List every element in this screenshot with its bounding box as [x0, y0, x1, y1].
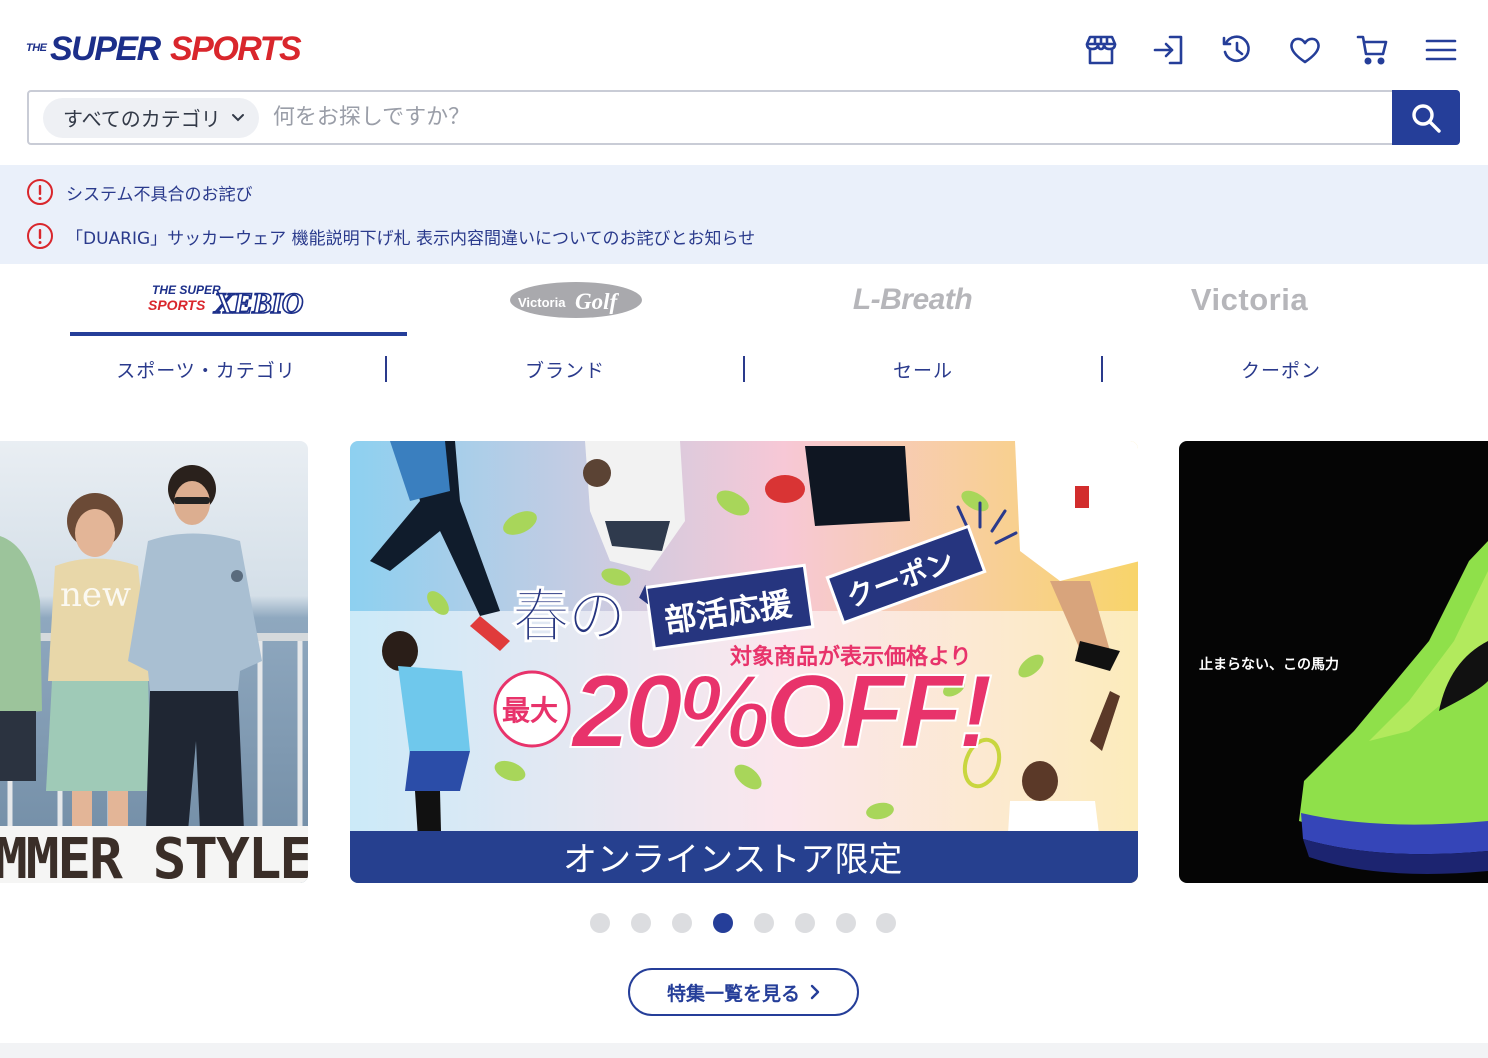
coupon-banner-image: 春の 部活応援 クーポン 対象商品が表示価格より 最大 20%OFF! オンライ… — [350, 441, 1138, 883]
svg-text:オンラインストア限定: オンラインストア限定 — [563, 840, 902, 880]
cart-icon[interactable] — [1354, 30, 1392, 70]
carousel-indicators — [0, 911, 1488, 935]
carousel-dot[interactable] — [672, 913, 692, 933]
notice-area: システム不具合のお詫び 「DUARIG」サッカーウェア 機能説明下げ札 表示内容… — [0, 165, 1488, 264]
svg-text:Golf: Golf — [575, 289, 620, 314]
view-all-features-label: 特集一覧を見る — [666, 982, 800, 1005]
view-all-features-button[interactable]: 特集一覧を見る — [628, 968, 859, 1016]
chevron-down-icon — [231, 113, 244, 121]
svg-text:20%OFF!: 20%OFF! — [570, 654, 991, 770]
svg-text:最大: 最大 — [502, 694, 558, 727]
tab-victoria[interactable]: Victoria — [1081, 264, 1418, 336]
summer-style-image: new MMER STYLE — [0, 441, 308, 883]
tab-victoria-golf[interactable]: Victoria Golf — [407, 264, 744, 336]
svg-text:MMER STYLE: MMER STYLE — [0, 827, 308, 883]
header-icon-group — [1082, 30, 1460, 70]
notice-item[interactable]: 「DUARIG」サッカーウェア 機能説明下げ札 表示内容間違いについてのお詫びと… — [26, 222, 755, 250]
xebio-logo: THE SUPER SPORTS XEBIO — [148, 283, 305, 320]
svg-text:Victoria: Victoria — [518, 295, 566, 310]
carousel-slide-coupon[interactable]: 春の 部活応援 クーポン 対象商品が表示価格より 最大 20%OFF! オンライ… — [350, 441, 1138, 883]
logo-the: THE — [26, 42, 47, 54]
victoria-logo: Victoria — [1190, 282, 1309, 317]
carousel-dot[interactable] — [795, 913, 815, 933]
subnav-brand[interactable]: ブランド — [386, 340, 744, 398]
notice-item[interactable]: システム不具合のお詫び — [26, 178, 253, 206]
section-divider — [0, 1043, 1488, 1058]
carousel-dot-active[interactable] — [713, 913, 733, 933]
svg-text:止まらない、この馬力: 止まらない、この馬力 — [1199, 656, 1339, 673]
alert-icon — [27, 223, 53, 249]
carousel-dot[interactable] — [754, 913, 774, 933]
notice-text: 「DUARIG」サッカーウェア 機能説明下げ札 表示内容間違いについてのお詫びと… — [66, 228, 756, 249]
carousel-dot[interactable] — [876, 913, 896, 933]
carousel-slide-summer[interactable]: new MMER STYLE — [0, 441, 308, 883]
sub-navigation: スポーツ・カテゴリ ブランド セール クーポン — [0, 340, 1488, 398]
subnav-coupon[interactable]: クーポン — [1102, 340, 1460, 398]
carousel-dot[interactable] — [631, 913, 651, 933]
svg-text:XEBIO: XEBIO — [213, 287, 303, 320]
carousel-slide-shoe[interactable]: 止まらない、この馬力 — [1179, 441, 1488, 883]
category-select-label: すべてのカテゴリ — [63, 107, 221, 131]
svg-text:SPORTS: SPORTS — [148, 297, 206, 313]
lbreath-logo: L-Breath — [852, 283, 973, 316]
history-icon[interactable] — [1218, 30, 1256, 70]
svg-text:春の: 春の — [512, 582, 624, 650]
site-logo[interactable]: THE SUPER SPORTS — [26, 30, 326, 72]
search-bar: すべてのカテゴリ — [27, 90, 1460, 145]
site-header: THE SUPER SPORTS すべてのカテゴリ 何をお探しですか？ — [0, 0, 1488, 165]
victoria-golf-logo: Victoria Golf — [509, 282, 642, 318]
search-button[interactable] — [1392, 90, 1460, 145]
category-select[interactable]: すべてのカテゴリ — [43, 97, 259, 138]
subnav-sale[interactable]: セール — [744, 340, 1102, 398]
alert-icon — [27, 179, 53, 205]
brand-tabs: THE SUPER SPORTS XEBIO Victoria Golf L-B… — [0, 264, 1488, 336]
login-icon[interactable] — [1150, 30, 1188, 70]
subnav-sports-category[interactable]: スポーツ・カテゴリ — [27, 340, 385, 398]
heart-icon[interactable] — [1286, 30, 1324, 70]
search-input[interactable] — [258, 92, 1392, 143]
shoe-ad-image: 止まらない、この馬力 — [1179, 441, 1488, 883]
chevron-right-icon — [810, 984, 820, 1000]
tab-xebio[interactable]: THE SUPER SPORTS XEBIO — [70, 264, 407, 336]
notice-text: システム不具合のお詫び — [66, 184, 253, 205]
carousel-dot[interactable] — [590, 913, 610, 933]
logo-super: SUPER — [50, 30, 161, 68]
svg-text:THE SUPER: THE SUPER — [152, 283, 221, 297]
logo-sports: SPORTS — [170, 30, 302, 68]
search-icon — [1412, 103, 1441, 133]
svg-text:new: new — [60, 575, 131, 615]
carousel-dot[interactable] — [836, 913, 856, 933]
store-icon[interactable] — [1082, 30, 1120, 70]
menu-icon[interactable] — [1422, 30, 1460, 70]
tab-lbreath[interactable]: L-Breath — [744, 264, 1081, 336]
